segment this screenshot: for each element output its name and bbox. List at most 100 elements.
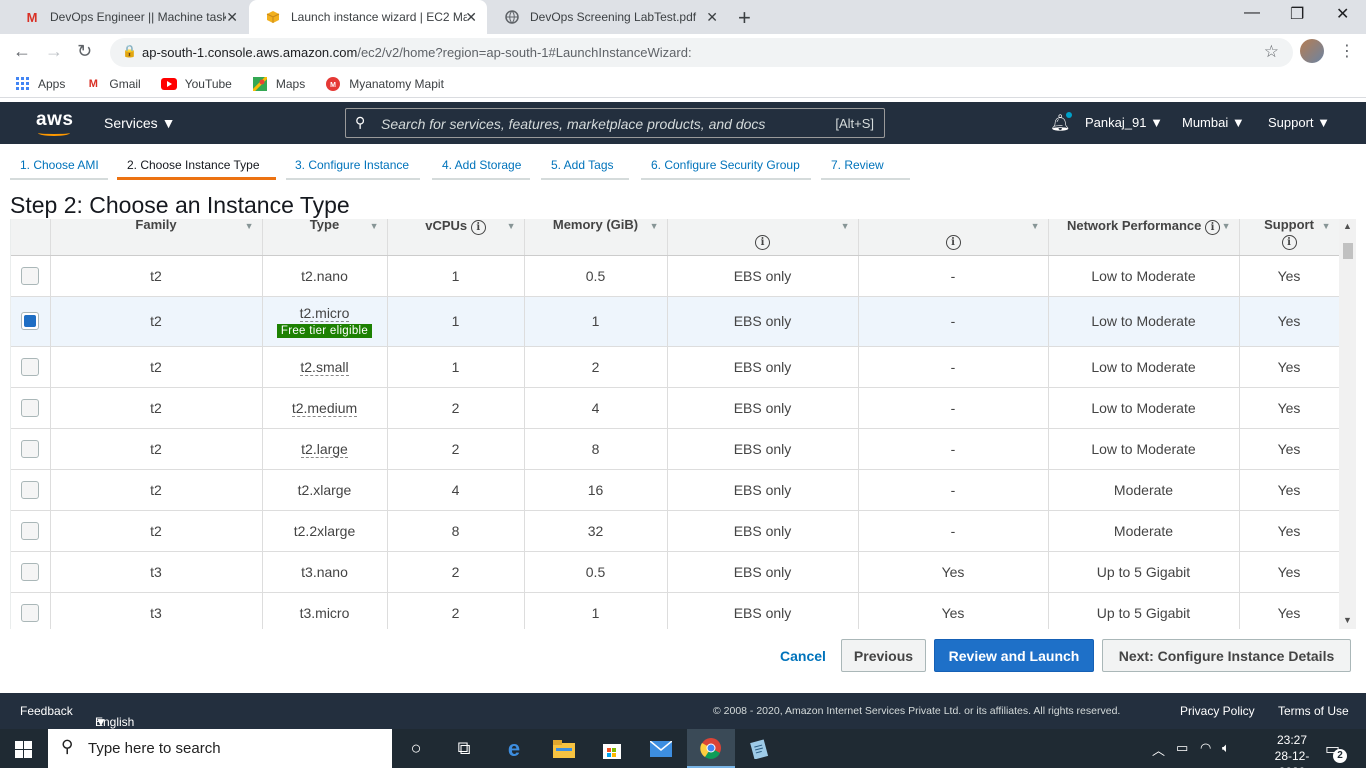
select-cell[interactable] <box>11 551 51 593</box>
cortana-icon[interactable]: ○ <box>392 729 440 768</box>
column-header-type[interactable]: Type ▼ <box>262 219 388 256</box>
column-header-instance-storage[interactable]: i ▼ <box>667 219 859 256</box>
column-header-memory[interactable]: Memory (GiB) ▼ <box>524 219 668 256</box>
close-tab-icon[interactable]: ✕ <box>226 9 238 26</box>
bookmark-gmail[interactable]: M Gmail <box>85 77 141 91</box>
row-checkbox[interactable] <box>21 521 40 540</box>
profile-avatar[interactable] <box>1300 39 1324 63</box>
sort-icon[interactable]: ▼ <box>507 221 516 231</box>
sort-icon[interactable]: ▼ <box>650 221 659 231</box>
reload-icon[interactable]: ↻ <box>77 41 92 62</box>
row-checkbox-checked[interactable] <box>21 312 40 331</box>
close-tab-icon[interactable]: ✕ <box>465 9 477 26</box>
aws-search-input[interactable]: ⚲ Search for services, features, marketp… <box>345 108 885 138</box>
volume-icon[interactable]: 🔈︎ <box>1222 740 1230 756</box>
type-label[interactable]: t2.small <box>300 358 349 376</box>
sort-icon[interactable]: ▼ <box>1031 221 1040 231</box>
back-icon[interactable]: ← <box>13 41 31 62</box>
close-tab-icon[interactable]: ✕ <box>706 9 718 26</box>
bookmark-star-icon[interactable]: ☆ <box>1264 42 1279 62</box>
select-cell[interactable] <box>11 510 51 552</box>
select-cell[interactable] <box>11 387 51 429</box>
sort-icon[interactable]: ▼ <box>1322 221 1331 231</box>
info-icon[interactable]: i <box>945 235 961 250</box>
bookmark-apps[interactable]: Apps <box>14 77 65 91</box>
bookmark-maps[interactable]: Maps <box>252 76 305 91</box>
step-add-storage[interactable]: 4. Add Storage <box>442 158 521 172</box>
select-cell[interactable] <box>11 428 51 470</box>
mail-icon[interactable] <box>637 729 685 768</box>
select-cell[interactable] <box>11 296 51 347</box>
tray-overflow-icon[interactable]: ︿ <box>1152 740 1165 759</box>
table-row[interactable]: t2 t2.nano 1 0.5 EBS only - Low to Moder… <box>11 255 1340 297</box>
step-add-tags[interactable]: 5. Add Tags <box>551 158 614 172</box>
select-cell[interactable] <box>11 346 51 388</box>
info-icon[interactable]: i <box>755 235 770 250</box>
restore-icon[interactable]: ❐ <box>1290 4 1304 24</box>
services-menu[interactable]: Services ▼ <box>104 115 175 131</box>
row-checkbox[interactable] <box>21 439 40 458</box>
step-configure-security-group[interactable]: 6. Configure Security Group <box>651 158 800 172</box>
tab-launch-wizard[interactable]: Launch instance wizard | EC2 Ma ✕ <box>249 0 487 34</box>
table-row[interactable]: t2 t2.xlarge 4 16 EBS only - Moderate Ye… <box>11 469 1340 511</box>
column-header-support[interactable]: Support i ▼ <box>1239 219 1340 256</box>
review-and-launch-button[interactable]: Review and Launch <box>934 639 1094 672</box>
row-checkbox[interactable] <box>21 266 40 285</box>
battery-icon[interactable]: ▭ <box>1176 740 1188 756</box>
select-cell[interactable] <box>11 592 51 629</box>
close-window-icon[interactable]: ✕ <box>1336 4 1349 24</box>
privacy-policy-link[interactable]: Privacy Policy <box>1180 704 1255 718</box>
tab-pdf[interactable]: DevOps Screening LabTest.pdf ✕ <box>488 0 728 34</box>
step-configure-instance[interactable]: 3. Configure Instance <box>295 158 409 172</box>
cancel-button[interactable]: Cancel <box>770 639 836 672</box>
wifi-icon[interactable]: ◠ <box>1200 740 1211 756</box>
sort-icon[interactable]: ▼ <box>1222 221 1231 231</box>
store-icon[interactable] <box>588 729 636 768</box>
row-checkbox[interactable] <box>21 480 40 499</box>
row-checkbox[interactable] <box>21 603 40 622</box>
table-row-selected[interactable]: t2 t2.micro Free tier eligible 1 1 EBS on… <box>11 296 1340 347</box>
account-menu[interactable]: Pankaj_91 ▼ <box>1085 115 1163 130</box>
step-choose-instance-type[interactable]: 2. Choose Instance Type <box>127 158 260 172</box>
browser-menu-icon[interactable]: ⋮ <box>1339 41 1355 61</box>
terms-of-use-link[interactable]: Terms of Use <box>1278 704 1349 718</box>
address-bar[interactable]: 🔒 ap-south-1.console.aws.amazon.com/ec2/… <box>110 38 1293 67</box>
column-header-family[interactable]: Family ▼ <box>50 219 263 256</box>
row-checkbox[interactable] <box>21 398 40 417</box>
step-review[interactable]: 7. Review <box>831 158 884 172</box>
bookmark-myanatomy[interactable]: M Myanatomy Mapit <box>325 76 444 91</box>
scroll-up-icon[interactable]: ▲ <box>1343 221 1352 231</box>
file-explorer-icon[interactable] <box>540 729 588 768</box>
column-header-vcpus[interactable]: vCPUs i ▼ <box>387 219 525 256</box>
new-tab-button[interactable]: + <box>738 5 751 31</box>
aws-logo[interactable]: aws <box>36 109 73 131</box>
system-clock[interactable]: 23:27 28-12-2020 <box>1262 732 1322 768</box>
sort-icon[interactable]: ▼ <box>245 221 254 231</box>
info-icon[interactable]: i <box>1205 220 1220 235</box>
table-row[interactable]: t3 t3.nano 2 0.5 EBS only Yes Up to 5 Gi… <box>11 551 1340 593</box>
type-label[interactable]: t2.medium <box>291 399 358 417</box>
table-row[interactable]: t2 t2.large 2 8 EBS only - Low to Modera… <box>11 428 1340 470</box>
bookmark-youtube[interactable]: YouTube <box>160 77 232 91</box>
column-header-ebs-optimized[interactable]: i ▼ <box>858 219 1049 256</box>
windows-start-icon[interactable] <box>15 741 32 758</box>
scroll-down-icon[interactable]: ▼ <box>1343 615 1352 625</box>
table-row[interactable]: t2 t2.small 1 2 EBS only - Low to Modera… <box>11 346 1340 388</box>
table-scrollbar[interactable]: ▲ ▼ <box>1339 219 1356 629</box>
step-choose-ami[interactable]: 1. Choose AMI <box>20 158 99 172</box>
type-label[interactable]: t2.micro <box>299 304 350 322</box>
table-row[interactable]: t3 t3.micro 2 1 EBS only Yes Up to 5 Gig… <box>11 592 1340 629</box>
next-configure-instance-button[interactable]: Next: Configure Instance Details <box>1102 639 1351 672</box>
select-cell[interactable] <box>11 469 51 511</box>
row-checkbox[interactable] <box>21 357 40 376</box>
taskbar-search-input[interactable]: ⚲ Type here to search <box>48 729 392 768</box>
forward-icon[interactable]: → <box>45 41 63 62</box>
tab-gmail[interactable]: M DevOps Engineer || Machine task ✕ <box>8 0 248 34</box>
notepad-icon[interactable] <box>735 729 783 768</box>
sort-icon[interactable]: ▼ <box>370 221 379 231</box>
table-row[interactable]: t2 t2.2xlarge 8 32 EBS only - Moderate Y… <box>11 510 1340 552</box>
info-icon[interactable]: i <box>470 220 486 235</box>
feedback-link[interactable]: Feedback <box>20 704 73 718</box>
region-menu[interactable]: Mumbai ▼ <box>1182 115 1245 130</box>
task-view-icon[interactable]: ⧉ <box>440 729 488 768</box>
